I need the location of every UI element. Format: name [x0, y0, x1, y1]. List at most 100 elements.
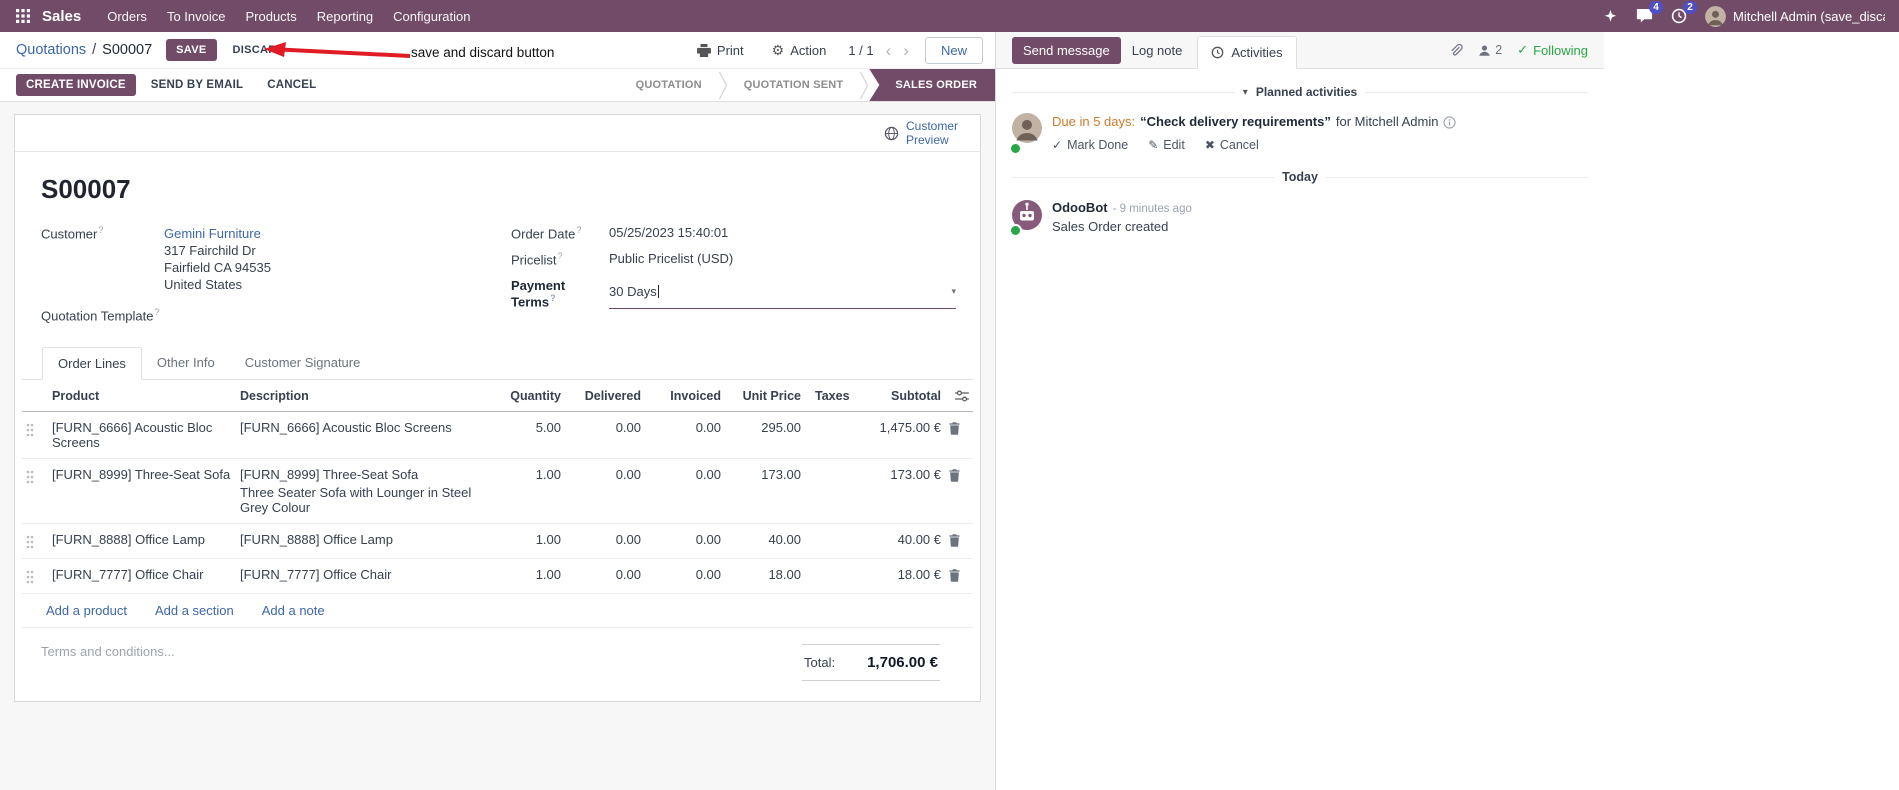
activities-clock-icon[interactable]: 2	[1671, 1, 1697, 24]
status-quotation-sent[interactable]: QUOTATION SENT	[728, 69, 860, 101]
edit-activity-button[interactable]: ✎ Edit	[1148, 138, 1185, 152]
print-button[interactable]: Print	[691, 42, 750, 59]
description-cell[interactable]: [FURN_8888] Office Lamp	[236, 523, 495, 560]
customer-preview-button[interactable]: Customer Preview	[884, 119, 964, 148]
drag-handle-icon[interactable]	[22, 411, 48, 460]
apps-grid-icon[interactable]	[10, 5, 36, 27]
col-description[interactable]: Description	[236, 380, 495, 413]
invoiced-cell[interactable]: 0.00	[645, 411, 725, 460]
menu-orders[interactable]: Orders	[97, 3, 157, 30]
quotation-template-label: Quotation Template?	[41, 307, 160, 324]
taxes-cell[interactable]	[805, 523, 863, 560]
product-cell[interactable]: [FURN_8888] Office Lamp	[48, 523, 236, 560]
quantity-cell[interactable]: 1.00	[495, 458, 565, 525]
order-line-row[interactable]: [FURN_8888] Office Lamp [FURN_8888] Offi…	[22, 523, 973, 560]
add-section-link[interactable]: Add a section	[155, 603, 234, 618]
messages-icon[interactable]: 4	[1636, 1, 1663, 24]
menu-products[interactable]: Products	[235, 3, 306, 30]
unit-price-cell[interactable]: 295.00	[725, 411, 805, 460]
unit-price-cell[interactable]: 18.00	[725, 558, 805, 595]
payment-terms-input[interactable]: 30 Days ▾	[609, 278, 956, 309]
drag-handle-icon[interactable]	[22, 523, 48, 560]
delivered-cell[interactable]: 0.00	[565, 411, 645, 460]
add-note-link[interactable]: Add a note	[262, 603, 325, 618]
product-cell[interactable]: [FURN_8999] Three-Seat Sofa	[48, 458, 236, 525]
col-subtotal[interactable]: Subtotal	[863, 380, 945, 413]
customer-name-link[interactable]: Gemini Furniture	[164, 225, 271, 242]
description-cell[interactable]: [FURN_7777] Office Chair	[236, 558, 495, 595]
optional-columns-icon[interactable]	[945, 380, 973, 413]
pricelist-field[interactable]: Public Pricelist (USD)	[609, 251, 733, 267]
delete-row-icon[interactable]	[945, 558, 973, 595]
tab-order-lines[interactable]: Order Lines	[42, 347, 142, 381]
product-cell[interactable]: [FURN_7777] Office Chair	[48, 558, 236, 595]
delete-row-icon[interactable]	[945, 411, 973, 460]
send-message-button[interactable]: Send message	[1012, 36, 1121, 64]
send-by-email-button[interactable]: SEND BY EMAIL	[142, 74, 252, 96]
invoiced-cell[interactable]: 0.00	[645, 558, 725, 595]
delete-row-icon[interactable]	[945, 523, 973, 560]
cancel-button[interactable]: CANCEL	[258, 74, 325, 96]
save-button[interactable]: SAVE	[166, 39, 217, 61]
description-cell[interactable]: [FURN_8999] Three-Seat Sofa Three Seater …	[236, 458, 495, 525]
user-menu[interactable]: Mitchell Admin (save_discar	[1705, 5, 1885, 27]
taxes-cell[interactable]	[805, 458, 863, 525]
taxes-cell[interactable]	[805, 411, 863, 460]
tab-other-info[interactable]: Other Info	[142, 347, 230, 379]
planned-activities-header[interactable]: ▾ Planned activities	[1012, 85, 1588, 99]
col-unit-price[interactable]: Unit Price	[725, 380, 805, 413]
taxes-cell[interactable]	[805, 558, 863, 595]
quantity-cell[interactable]: 5.00	[495, 411, 565, 460]
sparkle-icon[interactable]	[1603, 9, 1618, 24]
menu-reporting[interactable]: Reporting	[307, 3, 383, 30]
action-button[interactable]: ⚙ Action	[766, 41, 833, 60]
pager-previous-icon[interactable]: ‹	[886, 42, 892, 59]
tab-activities[interactable]: Activities	[1197, 36, 1297, 69]
col-taxes[interactable]: Taxes	[805, 380, 863, 413]
pager-next-icon[interactable]: ›	[903, 42, 909, 59]
message-author[interactable]: OdooBot	[1052, 200, 1108, 215]
cancel-activity-button[interactable]: ✖ Cancel	[1205, 138, 1259, 152]
info-icon[interactable]	[1443, 115, 1457, 129]
followers-button[interactable]: 2	[1478, 43, 1502, 57]
invoiced-cell[interactable]: 0.00	[645, 458, 725, 525]
drag-handle-icon[interactable]	[22, 458, 48, 525]
col-quantity[interactable]: Quantity	[495, 380, 565, 413]
quantity-cell[interactable]: 1.00	[495, 523, 565, 560]
new-button[interactable]: New	[924, 36, 983, 64]
app-name[interactable]: Sales	[42, 8, 81, 25]
delivered-cell[interactable]: 0.00	[565, 558, 645, 595]
chatter-panel: Send message Log note Activities 2 ✓ Fol…	[996, 32, 1899, 790]
add-product-link[interactable]: Add a product	[46, 603, 127, 618]
delete-row-icon[interactable]	[945, 458, 973, 525]
drag-handle-icon[interactable]	[22, 558, 48, 595]
col-product[interactable]: Product	[48, 380, 236, 413]
delivered-cell[interactable]: 0.00	[565, 458, 645, 525]
create-invoice-button[interactable]: CREATE INVOICE	[16, 74, 136, 96]
attachment-paperclip-icon[interactable]	[1449, 43, 1463, 58]
order-date-field[interactable]: 05/25/2023 15:40:01	[609, 225, 728, 241]
invoiced-cell[interactable]: 0.00	[645, 523, 725, 560]
col-delivered[interactable]: Delivered	[565, 380, 645, 413]
menu-to-invoice[interactable]: To Invoice	[157, 3, 236, 30]
quantity-cell[interactable]: 1.00	[495, 558, 565, 595]
unit-price-cell[interactable]: 173.00	[725, 458, 805, 525]
delivered-cell[interactable]: 0.00	[565, 523, 645, 560]
log-note-button[interactable]: Log note	[1121, 37, 1194, 64]
dropdown-caret-icon[interactable]: ▾	[951, 286, 956, 297]
order-line-row[interactable]: [FURN_8999] Three-Seat Sofa [FURN_8999] …	[22, 458, 973, 525]
mark-done-button[interactable]: ✓ Mark Done	[1052, 138, 1128, 152]
order-line-row[interactable]: [FURN_7777] Office Chair [FURN_7777] Off…	[22, 558, 973, 595]
breadcrumb-quotations-link[interactable]: Quotations	[16, 42, 86, 58]
description-cell[interactable]: [FURN_6666] Acoustic Bloc Screens	[236, 411, 495, 460]
status-sales-order[interactable]: SALES ORDER	[869, 69, 995, 101]
unit-price-cell[interactable]: 40.00	[725, 523, 805, 560]
following-button[interactable]: ✓ Following	[1517, 42, 1588, 58]
terms-placeholder[interactable]: Terms and conditions...	[41, 644, 175, 659]
order-line-row[interactable]: [FURN_6666] Acoustic Bloc Screens [FURN_…	[22, 411, 973, 460]
menu-configuration[interactable]: Configuration	[383, 3, 480, 30]
product-cell[interactable]: [FURN_6666] Acoustic Bloc Screens	[48, 411, 236, 460]
col-invoiced[interactable]: Invoiced	[645, 380, 725, 413]
tab-customer-signature[interactable]: Customer Signature	[230, 347, 376, 379]
status-quotation[interactable]: QUOTATION	[620, 69, 718, 101]
